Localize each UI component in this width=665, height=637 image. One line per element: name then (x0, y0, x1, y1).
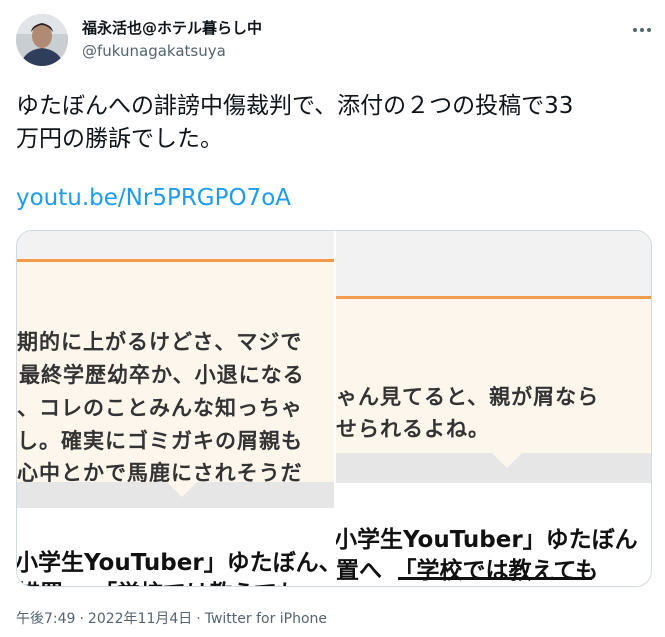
comment-line: せられるよね。 (336, 417, 490, 441)
author-name[interactable]: 福永活也@ホテル暮らし中 (82, 17, 262, 38)
more-dot-icon (647, 28, 651, 32)
comment-line: し。確実にゴミガキの屑親も (17, 429, 303, 453)
comment-line: 、コレのことみんな知っちゃ (17, 396, 303, 420)
comment-line: 期的に上がるけどさ、マジで (17, 330, 303, 354)
more-options-button[interactable] (626, 14, 658, 46)
tweet-date[interactable]: 2022年11月4日 (88, 611, 192, 627)
article-headline: 小学生YouTuber」ゆたぼん (336, 527, 638, 553)
headline-underline (398, 577, 592, 580)
tweet-time[interactable]: 午後7:49 (16, 611, 75, 627)
comment-line: ゃん見てると、親が屑なら (336, 385, 600, 409)
media-grid: 期的に上がるけどさ、マジで 最終学歴幼卒か、小退になる 、コレのことみんな知っち… (16, 230, 652, 587)
tweet-source[interactable]: Twitter for iPhone (205, 611, 327, 627)
comment-line: 最終学歴幼卒か、小退になる (19, 363, 305, 387)
speech-pointer (492, 453, 522, 468)
screenshot-topbar (336, 231, 651, 296)
tweet-meta: 午後7:49 · 2022年11月4日 · Twitter for iPhone (16, 608, 327, 628)
article-headline: 措置へ 「学校では教えても (17, 574, 299, 586)
attached-image-1[interactable]: 期的に上がるけどさ、マジで 最終学歴幼卒か、小退になる 、コレのことみんな知っち… (17, 231, 334, 586)
tweet: 福永活也@ホテル暮らし中 @fukunagakatsuya ゆたぼんへの誹謗中傷… (0, 0, 665, 637)
meta-separator: · (196, 611, 201, 627)
attached-image-2[interactable]: ゃん見てると、親が屑なら せられるよね。 小学生YouTuber」ゆたぼん 置へ… (336, 231, 651, 586)
more-dot-icon (633, 28, 637, 32)
avatar[interactable] (16, 14, 68, 66)
tweet-link[interactable]: youtu.be/Nr5PRGPO7oA (16, 185, 291, 211)
meta-separator: · (79, 611, 84, 627)
speech-pointer (167, 482, 197, 497)
author-handle[interactable]: @fukunagakatsuya (82, 42, 226, 60)
tweet-text: ゆたぼんへの誹謗中傷裁判で、添付の２つの投稿で33 万円の勝訴でした。 (16, 93, 574, 152)
more-dot-icon (640, 28, 644, 32)
screenshot-topbar (17, 231, 334, 259)
article-headline: 小学生YouTuber」ゆたぼん、 (17, 550, 334, 576)
avatar-photo (16, 14, 68, 66)
